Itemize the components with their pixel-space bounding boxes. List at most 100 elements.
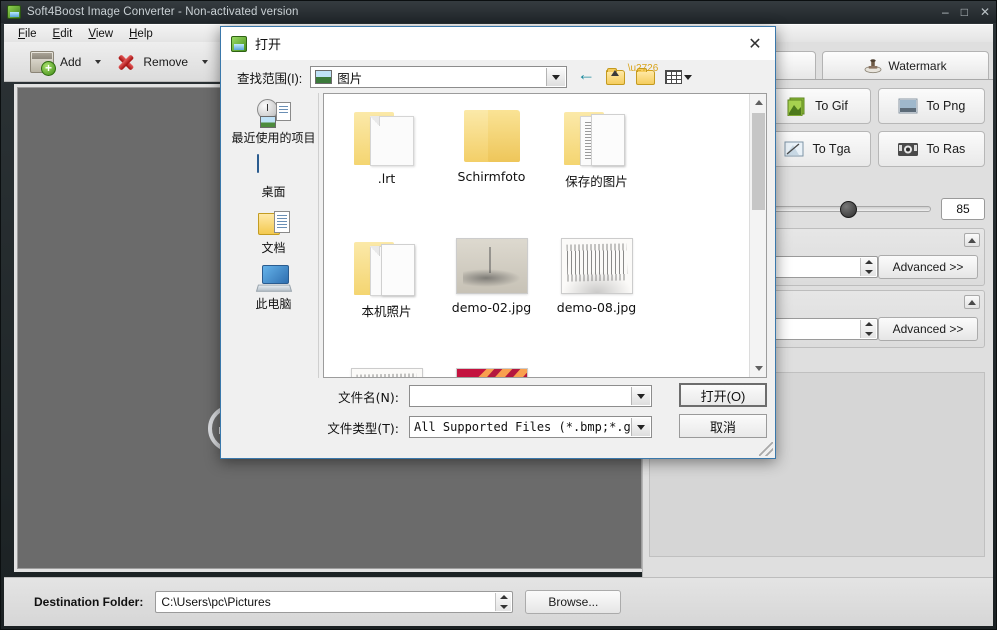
image-thumbnail xyxy=(455,238,528,294)
destination-folder-field[interactable]: C:\Users\pc\Pictures xyxy=(155,591,514,613)
list-item[interactable]: demo-08.tga xyxy=(439,362,544,377)
remove-icon xyxy=(115,51,137,73)
spinner-down-icon[interactable] xyxy=(499,605,508,609)
folder-icon xyxy=(463,108,520,163)
browse-button[interactable]: Browse... xyxy=(525,590,622,614)
spinner-up-icon[interactable] xyxy=(864,260,873,264)
to-ras-button[interactable]: To Ras xyxy=(877,131,985,167)
add-dropdown-caret-icon[interactable] xyxy=(95,59,102,64)
ras-icon xyxy=(898,143,919,156)
chevron-down-icon xyxy=(684,74,693,80)
close-button[interactable]: ✕ xyxy=(980,6,990,18)
quality-slider-thumb[interactable] xyxy=(840,201,858,218)
sparkle-glyph-icon: \u2726 xyxy=(627,63,659,74)
menu-help-rest: elp xyxy=(137,27,153,40)
recent-items-icon xyxy=(256,99,291,129)
file-type-label: 文件类型(T): xyxy=(327,420,399,436)
file-list-scrollbar[interactable] xyxy=(749,94,766,377)
chevron-down-icon xyxy=(552,74,561,80)
to-gif-button[interactable]: To Gif xyxy=(763,88,871,124)
cancel-button[interactable]: 取消 xyxy=(679,414,767,438)
maximize-button[interactable]: □ xyxy=(961,6,968,18)
advanced-button-1[interactable]: Advanced >> xyxy=(878,255,978,279)
menu-edit-rest: dit xyxy=(60,27,73,40)
scrollbar-thumb[interactable] xyxy=(752,113,765,210)
list-item[interactable]: demo-02.jpg xyxy=(439,232,544,362)
thumb-triangle-glyph-icon xyxy=(456,369,487,377)
views-icon[interactable] xyxy=(665,70,693,84)
menu-file-rest: ile xyxy=(25,27,37,40)
up-arrow-glyph-icon xyxy=(611,70,620,76)
file-list[interactable]: .lrt Schirmfoto 保存的图片 本机照片 demo-02.jpg d… xyxy=(323,93,767,378)
list-item-label: demo-02.jpg xyxy=(451,300,532,315)
list-item[interactable]: Schirmfoto xyxy=(439,102,544,232)
menu-view[interactable]: View xyxy=(88,28,113,40)
tab-watermark-label: Watermark xyxy=(888,58,947,73)
open-button[interactable]: 打开(O) xyxy=(679,383,767,407)
to-png-button[interactable]: To Png xyxy=(877,88,985,124)
file-name-input[interactable] xyxy=(409,385,652,407)
gif-icon xyxy=(787,97,805,116)
list-item[interactable]: 保存的图片 xyxy=(544,102,649,232)
option-1-spinner-arrows[interactable] xyxy=(860,258,876,276)
file-type-dropdown-arrow[interactable] xyxy=(631,418,650,436)
option-2-spinner-arrows[interactable] xyxy=(860,320,876,338)
to-ras-label: To Ras xyxy=(926,142,966,156)
minimize-button[interactable]: – xyxy=(942,6,949,18)
list-item[interactable]: demo-08.jpg xyxy=(544,232,649,362)
remove-button[interactable]: Remove xyxy=(115,51,188,73)
add-button[interactable]: Add xyxy=(30,50,81,76)
watermark-icon xyxy=(864,58,882,73)
remove-dropdown-caret-icon[interactable] xyxy=(202,59,209,64)
file-name-label: 文件名(N): xyxy=(338,389,399,405)
destination-bar: Destination Folder: C:\Users\pc\Pictures… xyxy=(4,577,993,626)
spinner-up-icon[interactable] xyxy=(499,595,508,599)
quality-value-field[interactable]: 85 xyxy=(941,198,985,220)
places-bar: 最近使用的项目 桌面 文档 此电脑 xyxy=(229,93,319,378)
tga-icon xyxy=(784,141,804,157)
spinner-up-icon[interactable] xyxy=(864,322,873,326)
spinner-down-icon[interactable] xyxy=(864,270,873,274)
folder-with-documents-icon xyxy=(563,108,630,166)
picture-glyph-icon xyxy=(259,116,276,128)
up-one-level-icon[interactable] xyxy=(605,67,627,87)
collapse-panel-2-button[interactable] xyxy=(964,295,980,309)
tab-watermark[interactable]: Watermark xyxy=(822,51,989,79)
look-in-combo[interactable]: 图片 xyxy=(310,66,568,88)
menu-help[interactable]: Help xyxy=(129,28,153,40)
menu-file[interactable]: File xyxy=(18,28,37,40)
file-name-dropdown-arrow[interactable] xyxy=(631,387,650,405)
page-corner-glyph-icon xyxy=(369,116,380,126)
folder-flap-glyph-icon xyxy=(487,110,520,162)
to-tga-button[interactable]: To Tga xyxy=(763,131,871,167)
menu-edit[interactable]: Edit xyxy=(53,28,73,40)
list-item[interactable]: .lrt xyxy=(334,102,439,232)
image-thumbnail xyxy=(455,368,528,377)
scrollbar-down-button[interactable] xyxy=(750,360,766,377)
menu-view-accel: V xyxy=(88,27,96,40)
list-item[interactable]: 本机照片 xyxy=(334,232,439,362)
place-documents[interactable]: 文档 xyxy=(231,207,317,255)
spinner-down-icon[interactable] xyxy=(864,332,873,336)
place-recent-items[interactable]: 最近使用的项目 xyxy=(231,97,317,145)
destination-spinner-arrows[interactable] xyxy=(495,593,512,611)
dialog-close-button[interactable]: ✕ xyxy=(743,33,767,55)
list-item-label: 保存的图片 xyxy=(565,174,628,189)
file-type-combo[interactable]: All Supported Files (*.bmp;*.gif;*.jp xyxy=(409,416,652,438)
back-arrow-icon[interactable] xyxy=(575,64,597,87)
dialog-resize-grip[interactable] xyxy=(759,442,773,456)
look-in-label: 查找范围(I): xyxy=(237,71,303,86)
collapse-panel-1-button[interactable] xyxy=(964,233,980,247)
scrollbar-up-button[interactable] xyxy=(750,94,766,111)
look-in-dropdown-arrow[interactable] xyxy=(546,68,566,86)
laptop-keyboard-glyph-icon xyxy=(255,284,292,292)
desktop-icon xyxy=(256,154,291,183)
destination-folder-value: C:\Users\pc\Pictures xyxy=(161,595,271,609)
documents-icon xyxy=(257,209,291,239)
list-item[interactable]: demo-08.png xyxy=(334,362,439,377)
place-desktop[interactable]: 桌面 xyxy=(231,153,317,199)
file-grid: .lrt Schirmfoto 保存的图片 本机照片 demo-02.jpg d… xyxy=(324,94,749,377)
new-folder-icon[interactable]: \u2726 xyxy=(628,63,658,87)
place-this-pc[interactable]: 此电脑 xyxy=(231,263,317,311)
advanced-button-2[interactable]: Advanced >> xyxy=(878,317,978,341)
